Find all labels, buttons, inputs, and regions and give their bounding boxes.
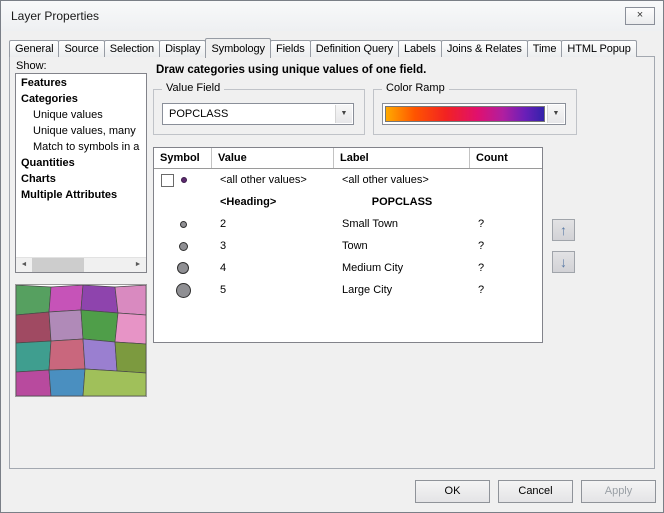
tree-item-unique-values[interactable]: Unique values bbox=[16, 107, 146, 123]
tree-horizontal-scrollbar[interactable]: ◄ ► bbox=[16, 257, 146, 272]
tree-items: Features Categories Unique values Unique… bbox=[16, 75, 146, 257]
col-header-symbol: Symbol bbox=[154, 148, 212, 168]
show-label: Show: bbox=[16, 60, 47, 72]
row-count: ? bbox=[470, 240, 542, 252]
color-ramp-label: Color Ramp bbox=[382, 82, 449, 94]
tree-item-charts[interactable]: Charts bbox=[16, 171, 146, 187]
tree-item-match-symbols[interactable]: Match to symbols in a bbox=[16, 139, 146, 155]
row-label: Medium City bbox=[334, 262, 470, 274]
tab-time[interactable]: Time bbox=[527, 40, 563, 57]
value-field-label: Value Field bbox=[162, 82, 224, 94]
color-ramp-gradient bbox=[385, 106, 545, 122]
col-header-label: Label bbox=[334, 148, 470, 168]
tab-definition-query[interactable]: Definition Query bbox=[310, 40, 399, 57]
move-down-button[interactable]: ↓ bbox=[552, 251, 575, 273]
chevron-down-icon[interactable]: ▼ bbox=[547, 105, 564, 123]
tree-item-multiple-attributes[interactable]: Multiple Attributes bbox=[16, 187, 146, 203]
move-up-button[interactable]: ↑ bbox=[552, 219, 575, 241]
table-row[interactable]: <all other values> <all other values> bbox=[154, 169, 542, 191]
row-value: 4 bbox=[212, 262, 334, 274]
layer-preview-thumbnail bbox=[15, 284, 147, 397]
scrollbar-track[interactable] bbox=[32, 258, 130, 272]
row-count: ? bbox=[470, 284, 542, 296]
scrollbar-thumb[interactable] bbox=[32, 258, 84, 272]
row-value: <Heading> bbox=[212, 196, 334, 208]
row-value: 5 bbox=[212, 284, 334, 296]
row-value: <all other values> bbox=[212, 174, 334, 186]
ok-button[interactable]: OK bbox=[415, 480, 490, 503]
value-field-group: Value Field POPCLASS ▼ bbox=[153, 89, 365, 135]
tab-selection[interactable]: Selection bbox=[104, 40, 160, 57]
value-field-dropdown[interactable]: POPCLASS ▼ bbox=[162, 103, 354, 125]
arrow-down-icon: ↓ bbox=[560, 254, 567, 270]
tab-general[interactable]: General bbox=[9, 40, 59, 57]
row-label: Town bbox=[334, 240, 470, 252]
symbology-type-tree: Features Categories Unique values Unique… bbox=[15, 73, 147, 273]
row-count: ? bbox=[470, 262, 542, 274]
chevron-down-icon[interactable]: ▼ bbox=[335, 105, 352, 123]
scroll-left-icon[interactable]: ◄ bbox=[16, 258, 32, 272]
row-value: 2 bbox=[212, 218, 334, 230]
row-value: 3 bbox=[212, 240, 334, 252]
col-header-value: Value bbox=[212, 148, 334, 168]
tab-labels[interactable]: Labels bbox=[398, 40, 442, 57]
cancel-button[interactable]: Cancel bbox=[498, 480, 573, 503]
tree-item-categories[interactable]: Categories bbox=[16, 91, 146, 107]
col-header-count: Count bbox=[470, 148, 542, 168]
symbol-dot-icon bbox=[181, 177, 187, 183]
row-count: ? bbox=[470, 218, 542, 230]
symbol-dot-icon bbox=[176, 283, 191, 298]
arrow-up-icon: ↑ bbox=[560, 222, 567, 238]
tab-joins-relates[interactable]: Joins & Relates bbox=[441, 40, 528, 57]
table-row[interactable]: 2 Small Town ? bbox=[154, 213, 542, 235]
window-title: Layer Properties bbox=[11, 9, 99, 23]
symbol-dot-icon bbox=[180, 221, 187, 228]
row-label: Small Town bbox=[334, 218, 470, 230]
color-ramp-dropdown[interactable]: ▼ bbox=[382, 103, 566, 125]
tab-source[interactable]: Source bbox=[58, 40, 104, 57]
tab-fields[interactable]: Fields bbox=[270, 40, 311, 57]
table-row[interactable]: <Heading> POPCLASS bbox=[154, 191, 542, 213]
tab-strip: General Source Selection Display Symbolo… bbox=[9, 37, 655, 57]
page-description: Draw categories using unique values of o… bbox=[156, 64, 426, 76]
row-label: <all other values> bbox=[334, 174, 470, 186]
tab-display[interactable]: Display bbox=[159, 40, 206, 57]
close-icon[interactable]: × bbox=[625, 7, 655, 25]
scroll-right-icon[interactable]: ► bbox=[130, 258, 146, 272]
all-other-values-checkbox[interactable] bbox=[161, 174, 174, 187]
symbol-dot-icon bbox=[179, 242, 188, 251]
symbol-dot-icon bbox=[177, 262, 189, 274]
tab-symbology[interactable]: Symbology bbox=[205, 38, 271, 58]
table-row[interactable]: 5 Large City ? bbox=[154, 279, 542, 301]
tree-item-unique-values-many[interactable]: Unique values, many bbox=[16, 123, 146, 139]
value-field-selected: POPCLASS bbox=[169, 108, 228, 120]
unique-values-table: Symbol Value Label Count <all other valu… bbox=[153, 147, 543, 343]
apply-button[interactable]: Apply bbox=[581, 480, 656, 503]
tree-item-quantities[interactable]: Quantities bbox=[16, 155, 146, 171]
table-row[interactable]: 3 Town ? bbox=[154, 235, 542, 257]
table-header: Symbol Value Label Count bbox=[154, 148, 542, 169]
color-ramp-group: Color Ramp ▼ bbox=[373, 89, 577, 135]
table-row[interactable]: 4 Medium City ? bbox=[154, 257, 542, 279]
map-preview-image bbox=[16, 285, 146, 396]
layer-properties-dialog: Layer Properties × General Source Select… bbox=[0, 0, 664, 513]
tree-item-features[interactable]: Features bbox=[16, 75, 146, 91]
title-bar: Layer Properties × bbox=[1, 1, 663, 31]
row-label: Large City bbox=[334, 284, 470, 296]
row-label: POPCLASS bbox=[334, 196, 470, 208]
tab-html-popup[interactable]: HTML Popup bbox=[561, 40, 636, 57]
